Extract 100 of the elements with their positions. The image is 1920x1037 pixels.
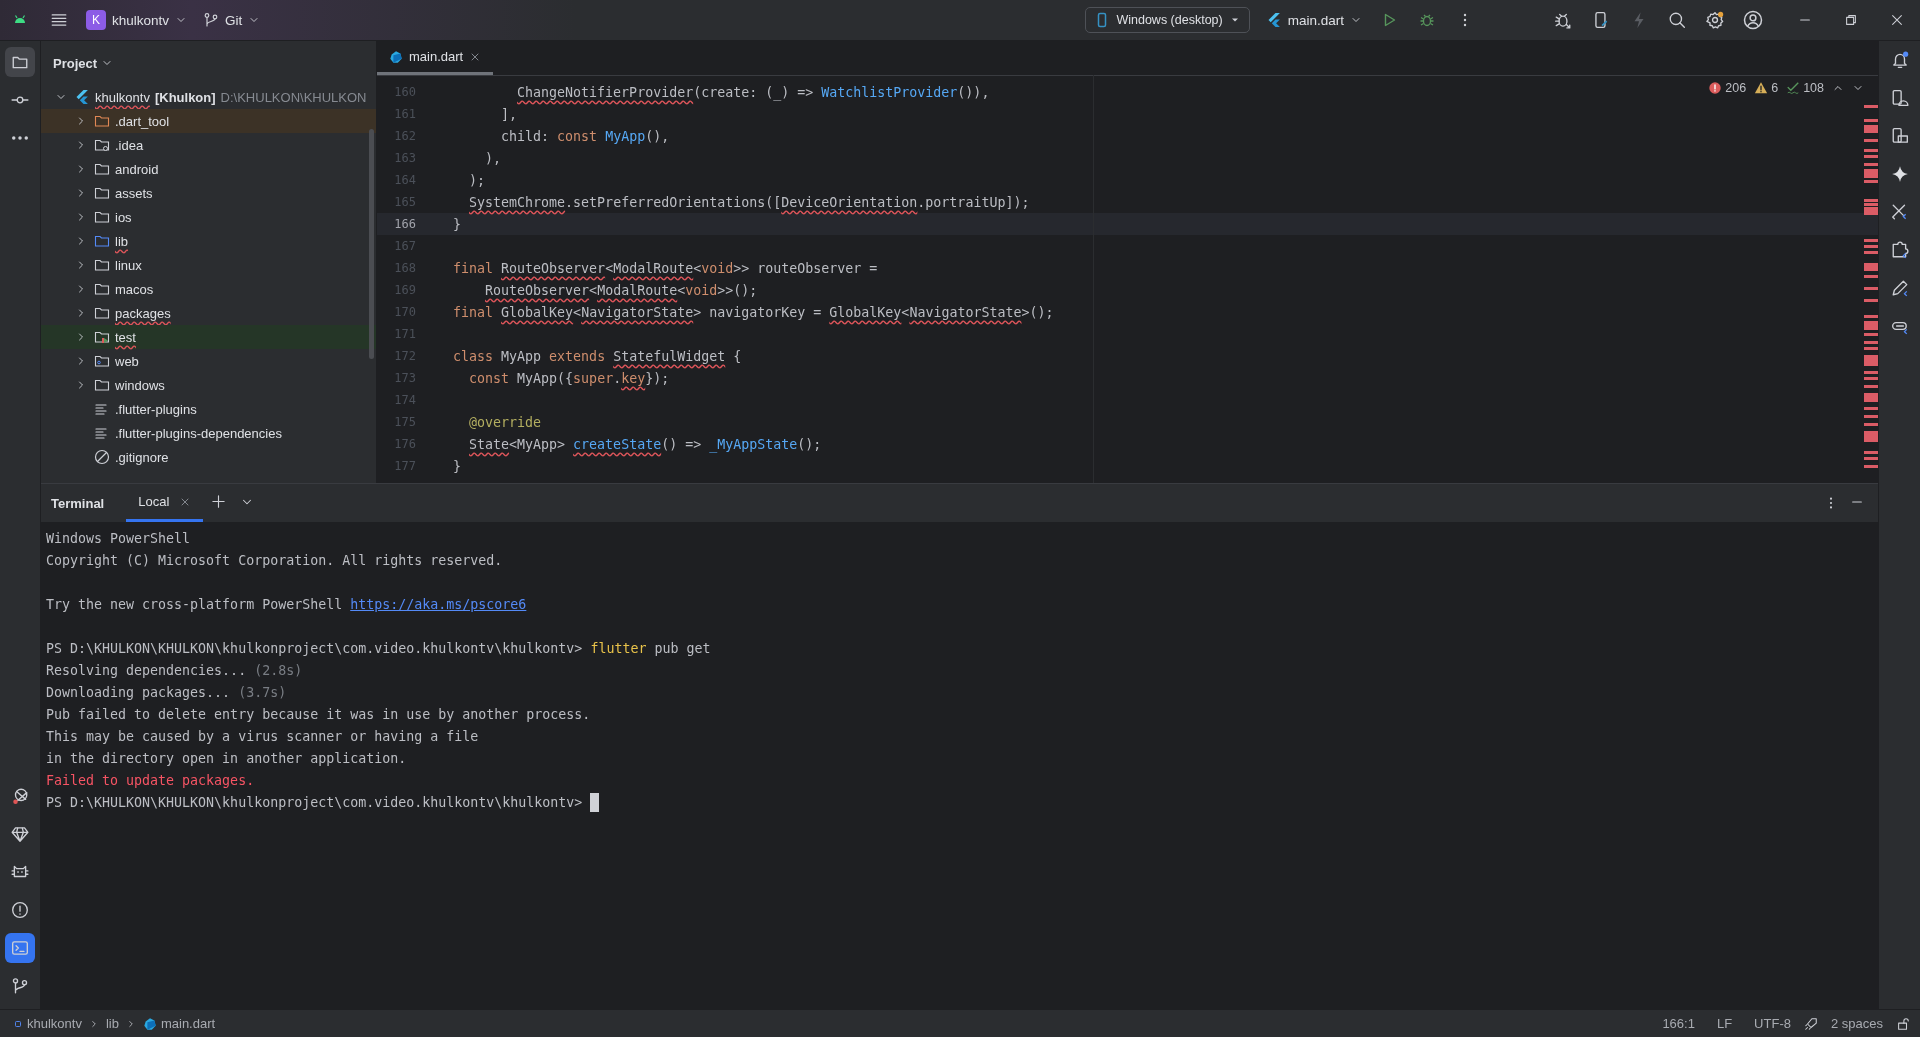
code-line: RouteObserver<ModalRoute<void>>();	[484, 282, 758, 298]
code-line: );	[468, 172, 486, 188]
terminal-line: PS D:\KHULKON\KHULKON\khulkonproject\com.video.khulkontv\khulkontv> flutter pub get	[46, 640, 711, 656]
breadcrumb[interactable]: main.dart	[139, 1016, 219, 1031]
breadcrumb[interactable]: khulkontv	[10, 1016, 85, 1031]
tools-icon	[1890, 203, 1909, 221]
tree-label: linux	[115, 257, 142, 273]
tree-row[interactable]: macos	[41, 277, 376, 301]
tree-row[interactable]: windows	[41, 373, 376, 397]
restore-icon	[1844, 13, 1858, 27]
tree-label: assets	[115, 185, 153, 201]
dart-icon	[142, 1016, 157, 1031]
tree-label: test	[115, 329, 136, 345]
tree-label: .gitignore	[115, 449, 169, 465]
terminal-line: in the directory open in another application.	[46, 750, 407, 766]
folder-icon	[94, 161, 110, 177]
terminal-icon	[11, 939, 29, 957]
tree-label: .idea	[115, 137, 144, 153]
tree-label: .flutter-plugins	[115, 401, 197, 417]
tree-row[interactable]: .flutter-plugins	[41, 397, 376, 421]
panel-title[interactable]: Project	[53, 55, 98, 71]
code-line: State<MyApp> createState() => _MyAppState();	[468, 436, 822, 452]
tree-row[interactable]: .dart_tool	[41, 109, 376, 133]
tool-window-button[interactable]	[5, 933, 35, 963]
tree-label: macos	[115, 281, 154, 297]
tree-label: web	[115, 353, 139, 369]
tree-row[interactable]: khulkontv [Khulkon] D:\KHULKON\KHULKON	[41, 85, 376, 109]
code-line: final RouteObserver<ModalRoute<void>> routeObserver =	[452, 260, 878, 276]
error-icon	[1708, 81, 1723, 95]
tree-row[interactable]: .idea	[41, 133, 376, 157]
tree-row[interactable]: packages	[41, 301, 376, 325]
code-line: ),	[484, 150, 502, 166]
tree-row[interactable]: assets	[41, 181, 376, 205]
bell-icon	[1890, 51, 1909, 69]
editor-tab[interactable]: main.dart	[377, 41, 494, 75]
file-encoding[interactable]: UTF-8	[1745, 1016, 1800, 1031]
warning-icon	[1754, 81, 1769, 95]
tree-row[interactable]: android	[41, 157, 376, 181]
pencil-icon	[1890, 279, 1909, 297]
terminal-line: Try the new cross-platform PowerShell https://aka.ms/pscore6	[46, 596, 527, 612]
tree-row[interactable]: ios	[41, 205, 376, 229]
tree-label: .flutter-plugins-dependencies	[115, 425, 282, 441]
run-config-selector[interactable]: main.dart	[1257, 5, 1370, 35]
tree-row[interactable]: .gitignore	[41, 445, 376, 469]
puzzle-icon	[1890, 241, 1909, 259]
terminal-line: Downloading packages... (3.7s)	[46, 684, 287, 700]
folder-icon	[94, 185, 110, 201]
tree-label: .dart_tool	[115, 113, 170, 129]
folder-icon	[94, 113, 110, 129]
code-line: const MyApp({super.key});	[468, 370, 670, 386]
caret-position[interactable]: 166:1	[1653, 1016, 1704, 1031]
line-separator[interactable]: LF	[1707, 1016, 1742, 1031]
terminal-line: Failed to update packages.	[46, 772, 255, 788]
tree-row[interactable]: lib	[41, 229, 376, 253]
module-name: [Khulkon]	[154, 89, 216, 105]
inspector-icon	[11, 787, 29, 805]
tree-row[interactable]: linux	[41, 253, 376, 277]
code-line: ],	[500, 106, 518, 122]
tree-label: packages	[115, 305, 171, 321]
tree-row[interactable]: .flutter-plugins-dependencies	[41, 421, 376, 445]
indent-setting[interactable]: 2 spaces	[1821, 1016, 1892, 1031]
terminal-line: PS D:\KHULKON\KHULKON\khulkonproject\com.video.khulkontv\khulkontv>	[46, 794, 584, 810]
branch-icon	[203, 12, 220, 28]
code-line: child: const MyApp(),	[500, 128, 670, 144]
ignore-file-icon	[94, 449, 110, 465]
phone-robot-icon	[1890, 89, 1909, 107]
terminal-line: Resolving dependencies... (2.8s)	[46, 662, 303, 678]
inspection-widget[interactable]: 206 6 108	[1708, 81, 1864, 95]
typo-check-icon	[1786, 81, 1801, 95]
device-selector[interactable]: Windows (desktop)	[1085, 7, 1250, 33]
tree-label: android	[115, 161, 159, 177]
warning-count: 6	[1771, 81, 1779, 95]
bug-icon	[1419, 12, 1435, 28]
settings-icon	[1706, 11, 1724, 29]
plus-icon[interactable]	[211, 494, 227, 509]
tree-row[interactable]: web	[41, 349, 376, 373]
folder-icon	[94, 233, 110, 249]
gem-icon	[11, 825, 29, 843]
more-icon	[11, 136, 29, 140]
lock-icon[interactable]	[1896, 1016, 1910, 1031]
panel-title: Terminal	[51, 495, 106, 511]
tool-window-button[interactable]	[5, 47, 35, 77]
phone-icon	[1592, 11, 1610, 29]
bug-arrow-icon	[1554, 11, 1572, 29]
terminal-tab[interactable]: Local	[126, 484, 204, 522]
breadcrumb[interactable]: lib	[102, 1016, 122, 1031]
tree-label: khulkontv	[95, 89, 150, 105]
dart-icon	[389, 49, 403, 64]
code-line: ChangeNotifierProvider(create: (_) => WatchlistProvider()),	[516, 84, 990, 100]
scrollbar[interactable]	[369, 129, 374, 359]
folder-icon	[94, 305, 110, 321]
tree-row[interactable]: test	[41, 325, 376, 349]
rocket-icon[interactable]	[1803, 1016, 1818, 1031]
vcs-selector[interactable]: Git	[195, 5, 269, 35]
folder-icon	[94, 257, 110, 273]
project-selector[interactable]: K khulkontv	[78, 5, 196, 35]
project-path: D:\KHULKON\KHULKON	[220, 89, 367, 105]
error-count: 206	[1725, 81, 1747, 95]
terminal-link[interactable]: https://aka.ms/pscore6	[350, 596, 527, 612]
module-icon	[13, 1018, 23, 1029]
